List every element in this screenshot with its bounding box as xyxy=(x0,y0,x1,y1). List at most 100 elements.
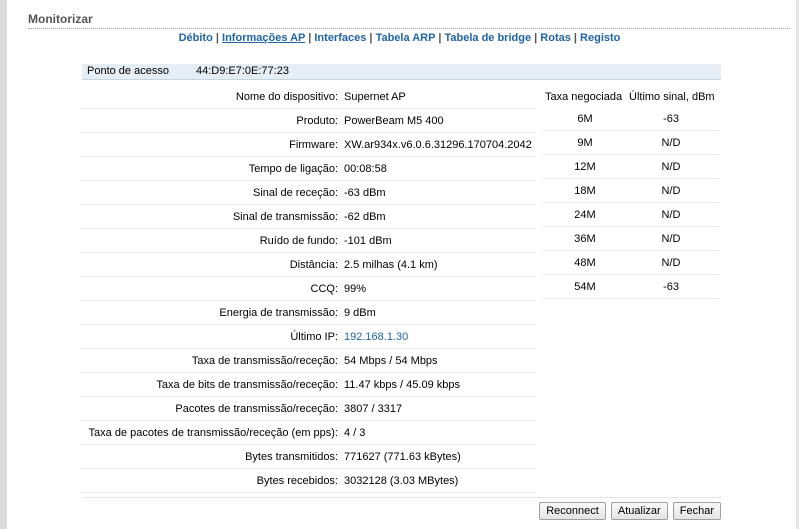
info-row-packet-rate: Taxa de pacotes de transmissão/receção (… xyxy=(82,422,536,445)
info-label: Firmware: xyxy=(289,139,338,151)
tab-registo[interactable]: Registo xyxy=(580,32,620,44)
tab-informacoes-ap[interactable]: Informações AP xyxy=(222,32,305,44)
access-point-label: Ponto de acesso xyxy=(87,65,169,77)
rate-row: 18M N/D xyxy=(543,180,719,203)
rate-row: 48M N/D xyxy=(543,252,719,275)
signal-cell: N/D xyxy=(661,209,681,221)
info-value: 54 Mbps / 54 Mbps xyxy=(344,355,438,367)
info-row-device-name: Nome do dispositivo: Supernet AP xyxy=(82,86,536,109)
tab-separator: | xyxy=(369,32,373,44)
refresh-button[interactable]: Atualizar xyxy=(610,502,668,520)
info-label: Bytes recebidos: xyxy=(256,475,338,487)
rate-cell: 18M xyxy=(574,185,596,197)
info-row-tx-power: Energia de transmissão: 9 dBm xyxy=(82,302,536,325)
info-row-uptime: Tempo de ligação: 00:08:58 xyxy=(82,158,536,181)
tab-rotas[interactable]: Rotas xyxy=(540,32,571,44)
signal-cell: -63 xyxy=(663,281,679,293)
info-value: 771627 (771.63 kBytes) xyxy=(344,451,461,463)
tab-tabela-de-bridge[interactable]: Tabela de bridge xyxy=(444,32,531,44)
info-value: -62 dBm xyxy=(344,211,386,223)
signal-cell: -63 xyxy=(663,113,679,125)
info-value: 3807 / 3317 xyxy=(344,403,403,415)
info-label: Pacotes de transmissão/receção: xyxy=(175,403,338,415)
tab-bar: Débito | Informações AP | Interfaces | T… xyxy=(0,32,799,44)
info-row-bytes-rx: Bytes recebidos: 3032128 (3.03 MBytes) xyxy=(82,470,536,493)
column-header-signal: Último sinal, dBm xyxy=(629,91,715,103)
info-label: Distância: xyxy=(289,259,338,271)
info-value: Supernet AP xyxy=(344,91,406,103)
info-row-tx-rx-packets: Pacotes de transmissão/receção: 3807 / 3… xyxy=(82,398,536,421)
info-row-last-ip: Último IP: 192.168.1.30 xyxy=(82,326,536,349)
rate-cell: 24M xyxy=(574,209,596,221)
column-header-rate: Taxa negociada xyxy=(545,91,623,103)
info-value: 4 / 3 xyxy=(344,427,366,439)
info-value: 3032128 (3.03 MBytes) xyxy=(344,475,459,487)
rate-row: 12M N/D xyxy=(543,156,719,179)
tab-separator: | xyxy=(215,32,219,44)
tab-interfaces[interactable]: Interfaces xyxy=(314,32,366,44)
window-left-border xyxy=(0,0,7,529)
rate-cell: 12M xyxy=(574,161,596,173)
info-value: -101 dBm xyxy=(344,235,392,247)
rate-cell: 9M xyxy=(577,137,593,149)
info-row-tx-signal: Sinal de transmissão: -62 dBm xyxy=(82,206,536,229)
info-row-rx-signal: Sinal de receção: -63 dBm xyxy=(82,182,536,205)
info-label: Nome do dispositivo: xyxy=(235,91,338,103)
tab-debito[interactable]: Débito xyxy=(179,32,213,44)
info-row-tx-rx-rate: Taxa de transmissão/receção: 54 Mbps / 5… xyxy=(82,350,536,373)
info-label: Sinal de receção: xyxy=(253,187,338,199)
info-row-tx-rx-bitrate: Taxa de bits de transmissão/receção: 11.… xyxy=(82,374,536,397)
page-title: Monitorizar xyxy=(28,12,93,26)
rate-cell: 54M xyxy=(574,281,596,293)
info-label: Taxa de bits de transmissão/receção: xyxy=(156,379,338,391)
info-label: Sinal de transmissão: xyxy=(232,211,338,223)
signal-cell: N/D xyxy=(661,137,681,149)
tab-separator: | xyxy=(534,32,538,44)
rate-cell: 48M xyxy=(574,257,596,269)
last-ip-link[interactable]: 192.168.1.30 xyxy=(344,331,408,343)
signal-cell: N/D xyxy=(661,257,681,269)
rate-table: Taxa negociada Último sinal, dBm 6M -63 … xyxy=(543,86,719,300)
button-bar: Reconnect Atualizar Fechar xyxy=(537,502,721,520)
signal-cell: N/D xyxy=(661,233,681,245)
info-label: Tempo de ligação: xyxy=(248,163,338,175)
info-label: Último IP: xyxy=(290,331,338,343)
info-row-ccq: CCQ: 99% xyxy=(82,278,536,301)
info-value: 9 dBm xyxy=(344,307,376,319)
reconnect-button[interactable]: Reconnect xyxy=(539,502,606,520)
tab-separator: | xyxy=(438,32,442,44)
signal-cell: N/D xyxy=(661,185,681,197)
rate-row: 24M N/D xyxy=(543,204,719,227)
footer-divider xyxy=(82,497,721,498)
info-label: CCQ: xyxy=(310,283,339,295)
signal-cell: N/D xyxy=(661,161,681,173)
close-button[interactable]: Fechar xyxy=(672,502,721,520)
info-label: Bytes transmitidos: xyxy=(245,451,338,463)
info-value: 2.5 milhas (4.1 km) xyxy=(344,259,438,271)
info-value: -63 dBm xyxy=(344,187,386,199)
info-row-product: Produto: PowerBeam M5 400 xyxy=(82,110,536,133)
tab-tabela-arp[interactable]: Tabela ARP xyxy=(376,32,436,44)
info-value: PowerBeam M5 400 xyxy=(344,115,444,127)
info-row-noise-floor: Ruído de fundo: -101 dBm xyxy=(82,230,536,253)
rate-row: 54M -63 xyxy=(543,276,719,299)
info-label: Taxa de pacotes de transmissão/receção (… xyxy=(88,427,338,439)
tab-separator: | xyxy=(573,32,577,44)
rate-table-header: Taxa negociada Último sinal, dBm xyxy=(543,86,719,108)
ap-info-table: Nome do dispositivo: Supernet AP Produto… xyxy=(82,86,536,494)
rate-cell: 6M xyxy=(577,113,593,125)
info-label: Produto: xyxy=(296,115,338,127)
info-value: 99% xyxy=(344,283,367,295)
rate-row: 9M N/D xyxy=(543,132,719,155)
info-value: 00:08:58 xyxy=(344,163,387,175)
rate-cell: 36M xyxy=(574,233,596,245)
rate-row: 36M N/D xyxy=(543,228,719,251)
rate-row: 6M -63 xyxy=(543,108,719,131)
info-row-distance: Distância: 2.5 milhas (4.1 km) xyxy=(82,254,536,277)
info-label: Ruído de fundo: xyxy=(259,235,338,247)
info-value: 11.47 kbps / 45.09 kbps xyxy=(344,379,460,391)
tab-separator: | xyxy=(308,32,312,44)
info-label: Energia de transmissão: xyxy=(219,307,338,319)
access-point-header: Ponto de acesso 44:D9:E7:0E:77:23 xyxy=(82,64,721,80)
title-divider xyxy=(28,28,790,29)
